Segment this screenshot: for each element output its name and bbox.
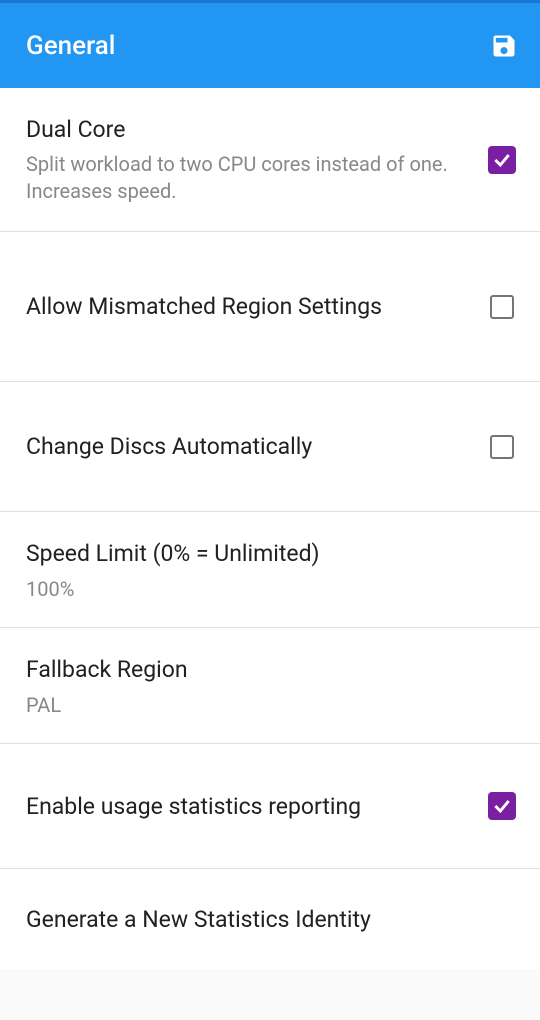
checkbox-empty-icon [490,435,514,459]
setting-text: Speed Limit (0% = Unlimited) 100% [26,538,516,601]
checkmark-icon [488,792,516,820]
setting-title: Generate a New Statistics Identity [26,904,496,935]
setting-speed-limit[interactable]: Speed Limit (0% = Unlimited) 100% [0,512,540,628]
setting-title: Speed Limit (0% = Unlimited) [26,538,496,569]
setting-title: Change Discs Automatically [26,431,468,462]
setting-mismatched-region[interactable]: Allow Mismatched Region Settings [0,232,540,382]
header-bar: General [0,0,540,88]
setting-text: Generate a New Statistics Identity [26,904,516,935]
setting-change-discs[interactable]: Change Discs Automatically [0,382,540,512]
save-icon[interactable] [490,32,518,60]
setting-dual-core[interactable]: Dual Core Split workload to two CPU core… [0,88,540,232]
setting-text: Dual Core Split workload to two CPU core… [26,114,488,205]
settings-list: Dual Core Split workload to two CPU core… [0,88,540,969]
setting-text: Change Discs Automatically [26,431,488,462]
setting-description: Split workload to two CPU cores instead … [26,151,468,205]
checkmark-icon [488,146,516,174]
setting-new-stats-identity[interactable]: Generate a New Statistics Identity [0,869,540,969]
checkbox-empty-icon [490,295,514,319]
checkbox-change-discs[interactable] [488,433,516,461]
checkbox-dual-core[interactable] [488,146,516,174]
page-title: General [26,31,115,61]
setting-usage-stats[interactable]: Enable usage statistics reporting [0,744,540,869]
setting-title: Allow Mismatched Region Settings [26,291,468,322]
setting-title: Fallback Region [26,654,496,685]
setting-text: Enable usage statistics reporting [26,791,488,822]
checkbox-mismatched-region[interactable] [488,293,516,321]
setting-text: Fallback Region PAL [26,654,516,717]
setting-fallback-region[interactable]: Fallback Region PAL [0,628,540,744]
setting-title: Dual Core [26,114,468,145]
checkbox-usage-stats[interactable] [488,792,516,820]
setting-text: Allow Mismatched Region Settings [26,291,488,322]
setting-title: Enable usage statistics reporting [26,791,468,822]
setting-value: PAL [26,693,496,717]
setting-value: 100% [26,577,496,601]
